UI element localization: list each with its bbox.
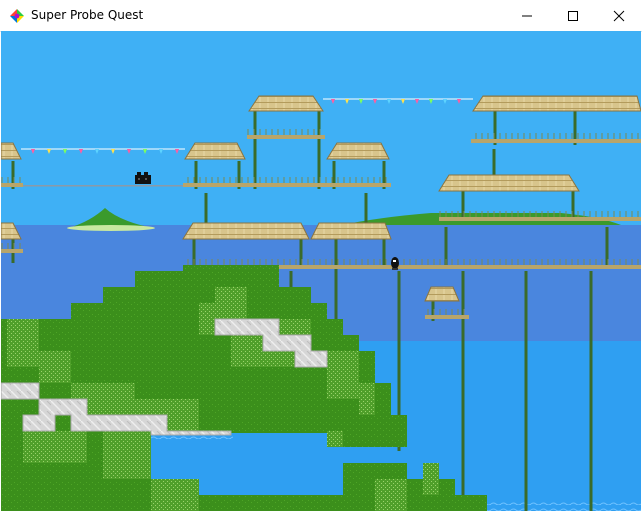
game-window: Super Probe Quest (0, 0, 642, 512)
game-scene[interactable] (1, 31, 641, 511)
game-viewport[interactable] (1, 31, 641, 511)
app-logo-icon (10, 9, 24, 23)
window-title: Super Probe Quest (31, 8, 144, 22)
minimize-icon (522, 15, 532, 17)
close-icon (613, 10, 625, 22)
small-island-shore (67, 225, 155, 231)
bottom-waves (471, 499, 641, 511)
minimize-button[interactable] (504, 0, 550, 31)
maximize-button[interactable] (550, 0, 596, 31)
close-button[interactable] (596, 0, 642, 31)
title-bar: Super Probe Quest (0, 0, 642, 32)
sky (1, 31, 641, 225)
player-probe-icon[interactable] (391, 257, 399, 270)
maximize-icon (568, 11, 578, 21)
lagoon-shore (199, 495, 343, 511)
